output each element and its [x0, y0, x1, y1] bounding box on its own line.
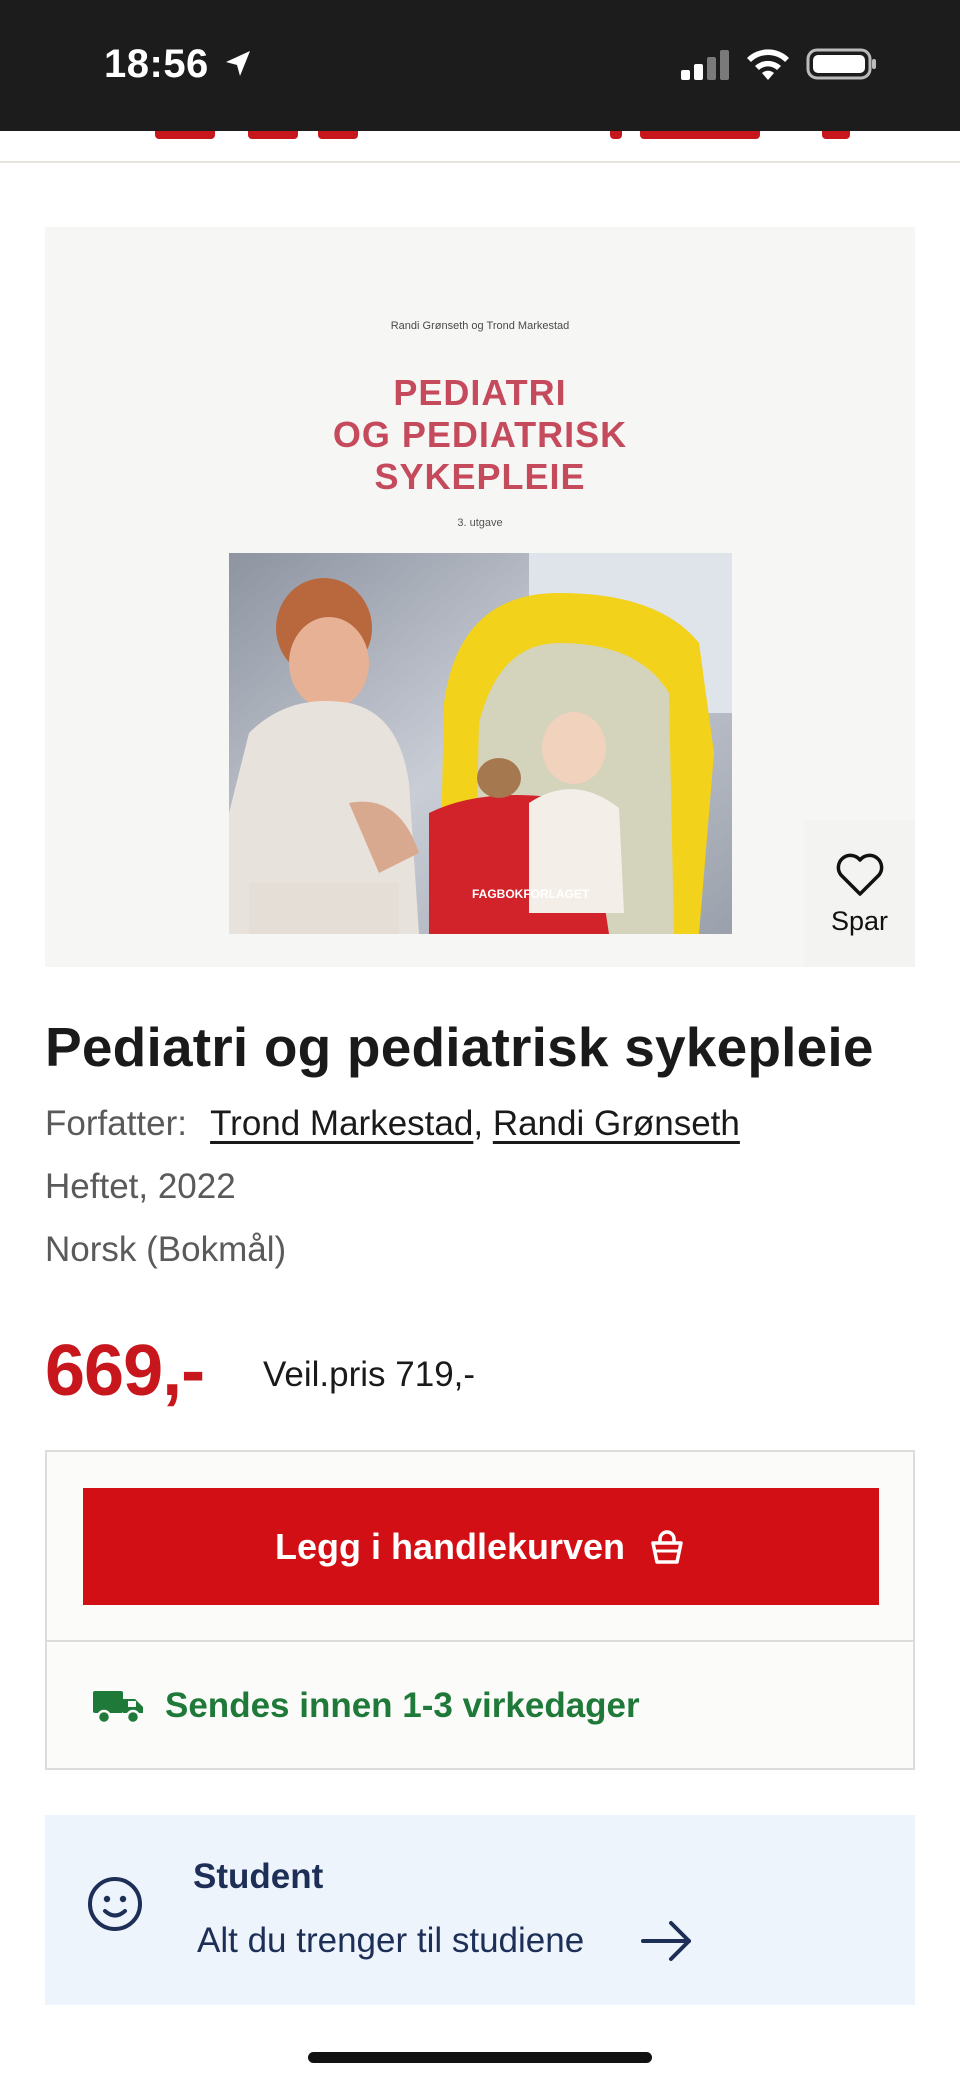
status-time: 18:56	[104, 42, 209, 86]
cover-authors: Randi Grønseth og Trond Markestad	[390, 320, 570, 332]
author-link-trond-markestad[interactable]: Trond Markestad	[210, 1104, 473, 1143]
student-subtitle: Alt du trenger til studiene	[197, 1921, 585, 1960]
delivery-text: Sendes innen 1-3 virkedager	[165, 1686, 640, 1725]
arrow-right-icon	[641, 1921, 691, 1961]
author-separator: ,	[473, 1104, 484, 1143]
battery-icon	[806, 48, 876, 80]
smiley-face-icon	[88, 1877, 142, 1931]
add-to-cart-button[interactable]: Legg i handlekurven	[83, 1488, 879, 1605]
buy-box: Legg i handlekurven Sendes innen 1-3 vir…	[45, 1450, 915, 1770]
author-link-randi-gronseth[interactable]: Randi Grønseth	[493, 1104, 740, 1143]
student-promo-link[interactable]: Student Alt du trenger til studiene	[45, 1815, 915, 2005]
location-arrow-icon	[226, 51, 250, 76]
price: 669,-	[45, 1331, 205, 1411]
language: Norsk (Bokmål)	[45, 1230, 287, 1269]
save-label: Spar	[830, 906, 889, 936]
wifi-icon	[747, 49, 789, 80]
shopping-basket-icon	[651, 1529, 683, 1564]
promo-banner-clipped	[0, 131, 960, 163]
cover-photo: FAGBOKFORLAGET	[229, 553, 732, 934]
author-label: Forfatter:	[45, 1104, 187, 1143]
binding-and-year: Heftet, 2022	[45, 1167, 236, 1206]
author-line: Forfatter: Trond Markestad, Randi Grønse…	[45, 1104, 740, 1144]
recommended-price: Veil.pris 719,-	[263, 1355, 476, 1394]
product-title: Pediatri og pediatrisk sykepleie	[45, 1016, 874, 1078]
buy-box-cart-section: Legg i handlekurven	[47, 1452, 913, 1642]
home-indicator[interactable]	[308, 2052, 652, 2063]
delivery-info: Sendes innen 1-3 virkedager	[47, 1644, 913, 1768]
product-cover-image: Randi Grønseth og Trond Markestad PEDIAT…	[45, 227, 915, 967]
student-title: Student	[193, 1857, 324, 1896]
delivery-truck-icon	[93, 1691, 143, 1725]
cellular-signal-icon	[681, 50, 729, 80]
add-to-cart-label: Legg i handlekurven	[274, 1525, 626, 1567]
save-to-wishlist-button[interactable]: Spar	[804, 820, 915, 967]
cover-publisher: FAGBOKFORLAGET	[472, 887, 590, 901]
status-bar: 18:56	[0, 0, 960, 131]
cover-edition: 3. utgave	[457, 517, 503, 529]
heart-icon	[836, 853, 883, 896]
cover-title: PEDIATRI OG PEDIATRISK SYKEPLEIE	[332, 372, 628, 497]
